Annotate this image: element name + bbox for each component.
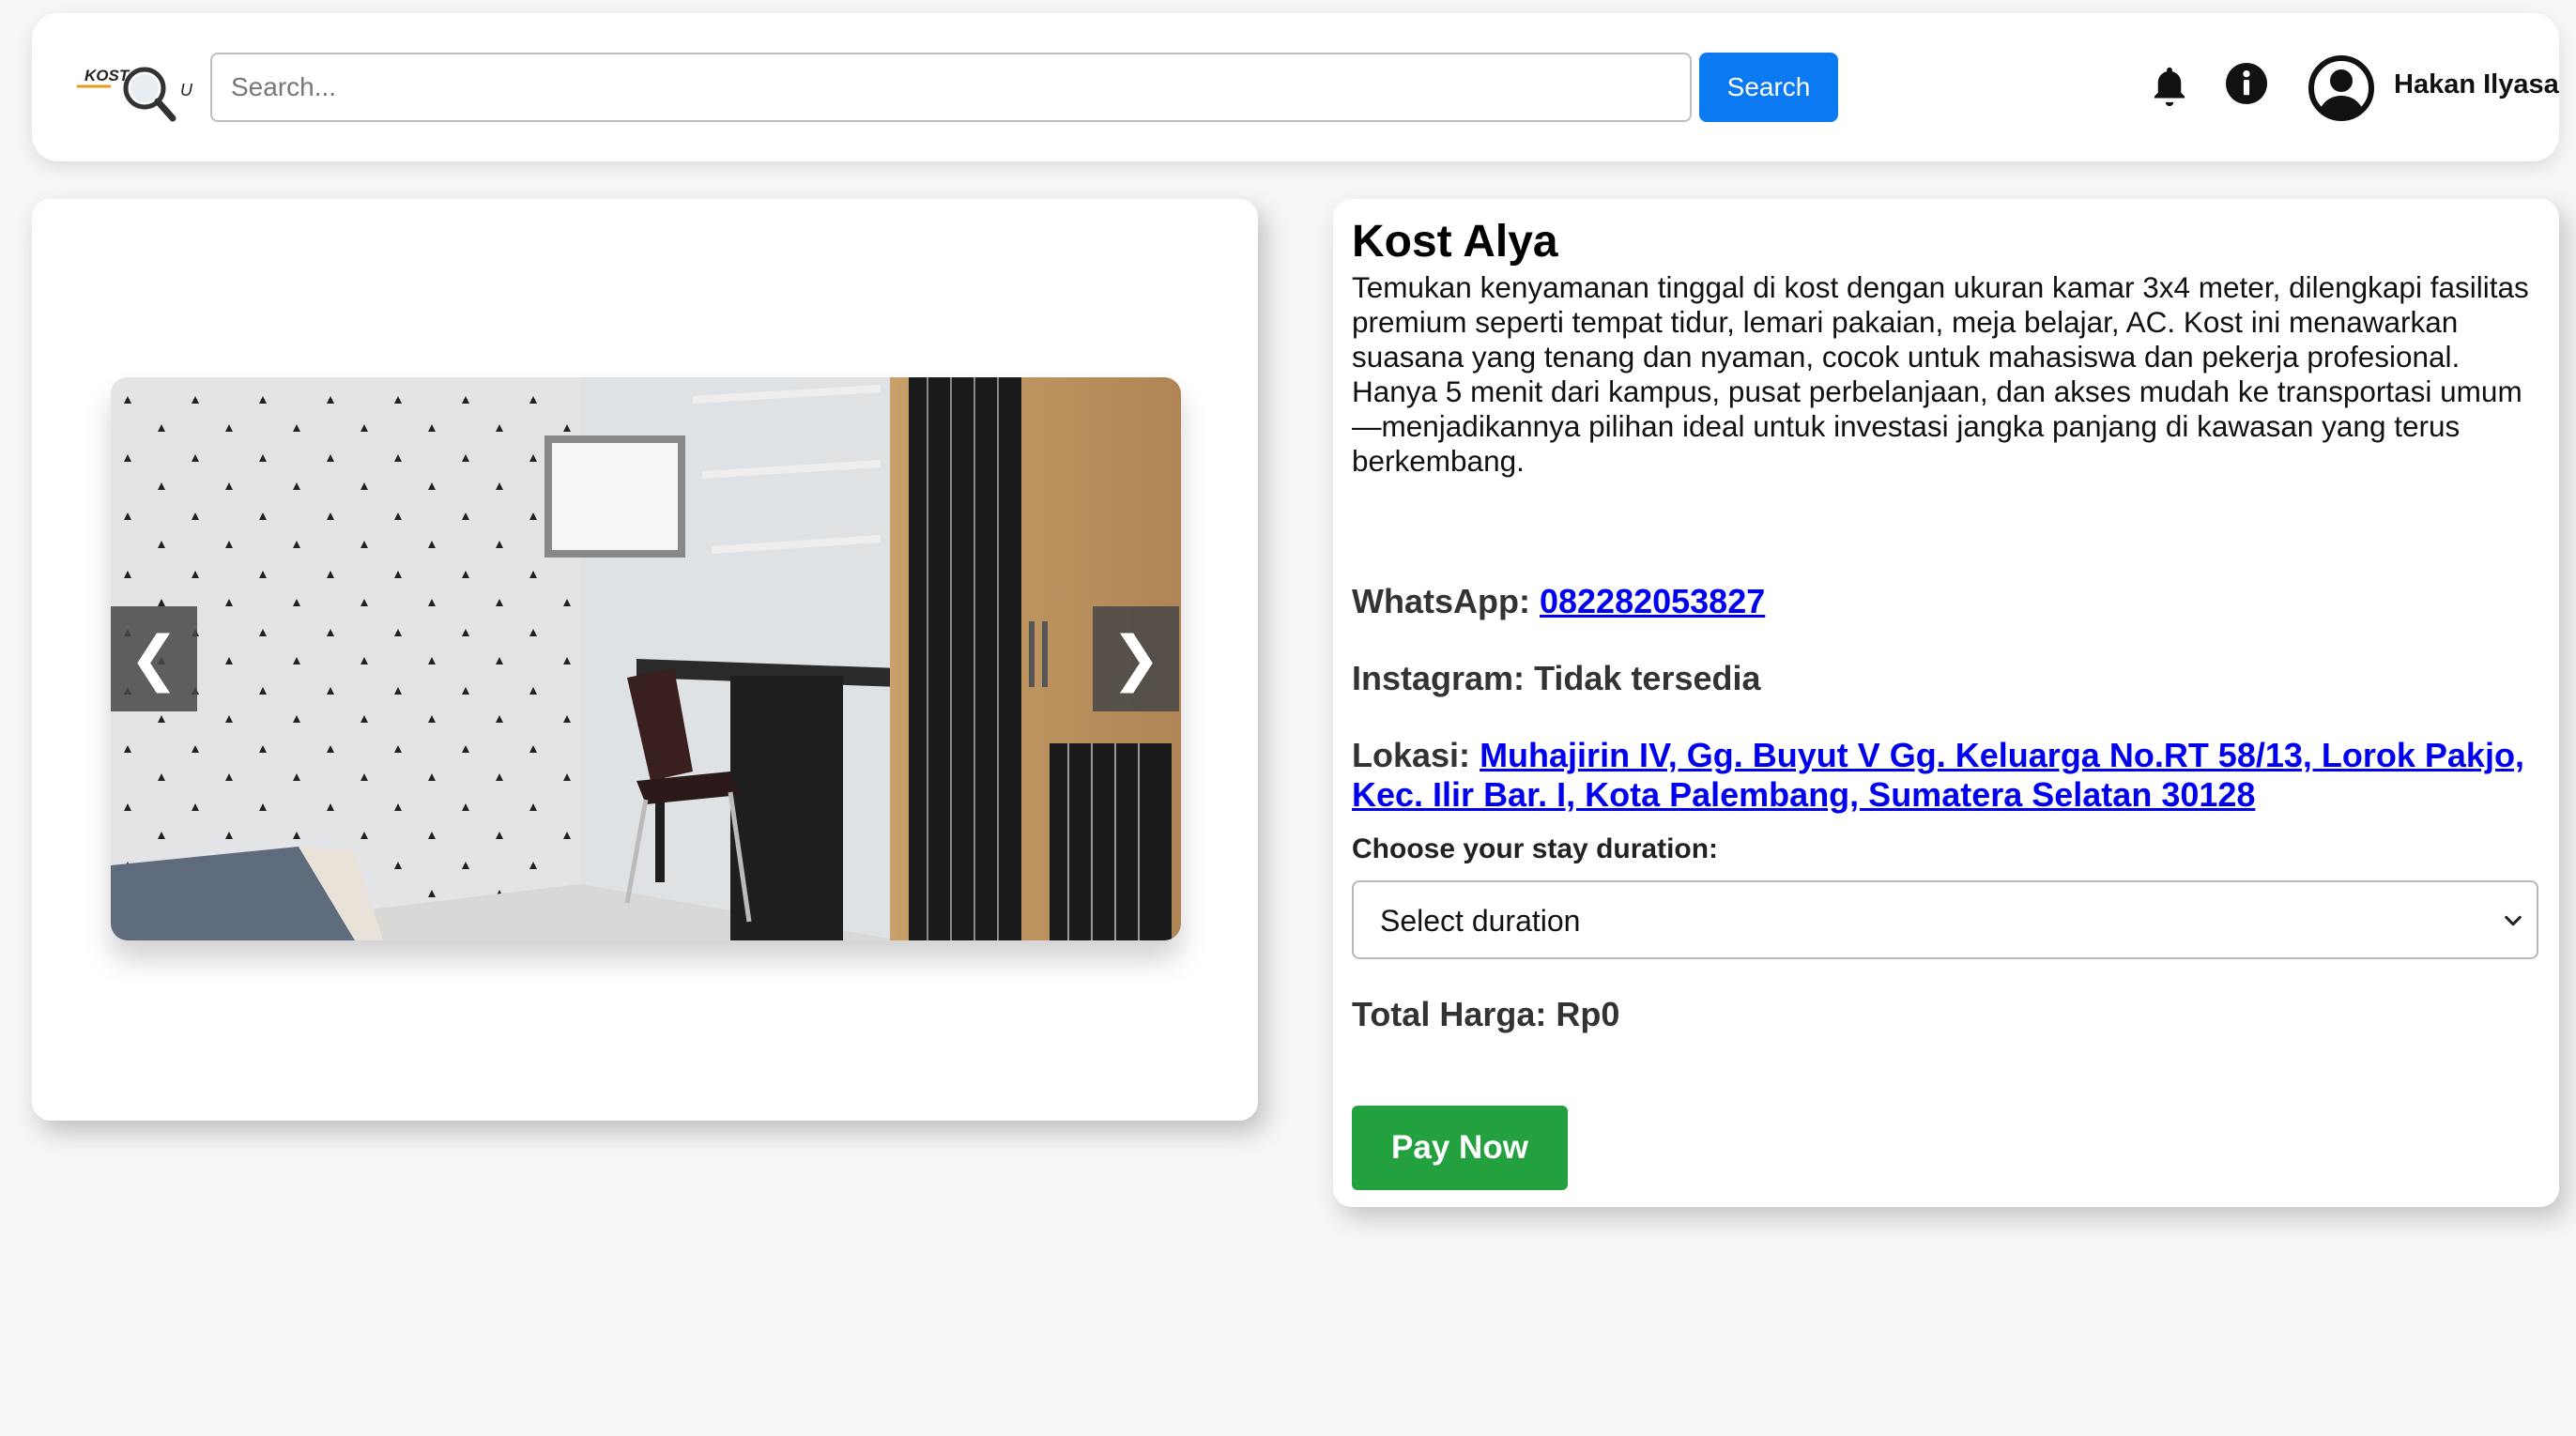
image-gallery-card: ❮ ❯ xyxy=(32,199,1258,1121)
whatsapp-link[interactable]: 082282053827 xyxy=(1540,582,1765,620)
duration-selected-value: Select duration xyxy=(1380,904,1581,938)
kost-description: Temukan kenyamanan tinggal di kost denga… xyxy=(1352,270,2529,478)
room-photo xyxy=(111,377,1181,940)
duration-select[interactable]: Select duration xyxy=(1352,880,2538,959)
total-value: Rp0 xyxy=(1556,995,1620,1033)
location-info: Lokasi: Muhajirin IV, Gg. Buyut V Gg. Ke… xyxy=(1352,736,2553,815)
user-circle-icon[interactable] xyxy=(2308,54,2375,122)
svg-text:U: U xyxy=(180,81,193,99)
pay-now-button[interactable]: Pay Now xyxy=(1352,1106,1568,1190)
instagram-label: Instagram: xyxy=(1352,659,1526,697)
kost-detail-card: Kost Alya Temukan kenyamanan tinggal di … xyxy=(1333,199,2559,1207)
duration-label: Choose your stay duration: xyxy=(1352,833,1719,864)
location-label: Lokasi: xyxy=(1352,736,1471,774)
top-navbar: KOST U Search Hakan Ilyasa xyxy=(32,13,2559,161)
chevron-right-icon[interactable]: ❯ xyxy=(1093,606,1179,711)
user-name[interactable]: Hakan Ilyasa xyxy=(2394,69,2559,100)
whatsapp-info: WhatsApp: 082282053827 xyxy=(1352,582,2553,621)
info-icon[interactable] xyxy=(2225,62,2268,105)
whatsapp-label: WhatsApp: xyxy=(1352,582,1530,620)
location-link[interactable]: Muhajirin IV, Gg. Buyut V Gg. Keluarga N… xyxy=(1352,736,2524,814)
page-title: Kost Alya xyxy=(1352,217,1558,267)
total-label: Total Harga: xyxy=(1352,995,1547,1033)
instagram-value: Tidak tersedia xyxy=(1534,659,1761,697)
chevron-left-icon[interactable]: ❮ xyxy=(111,606,197,711)
instagram-info: Instagram: Tidak tersedia xyxy=(1352,659,2553,698)
chevron-down-icon xyxy=(2505,915,2522,926)
bell-icon[interactable] xyxy=(2148,64,2191,111)
total-price: Total Harga: Rp0 xyxy=(1352,995,1619,1034)
search-input[interactable] xyxy=(210,53,1692,122)
magnifier-logo-icon[interactable]: KOST U xyxy=(73,58,201,128)
svg-text:KOST: KOST xyxy=(84,67,130,84)
search-button[interactable]: Search xyxy=(1699,53,1838,122)
